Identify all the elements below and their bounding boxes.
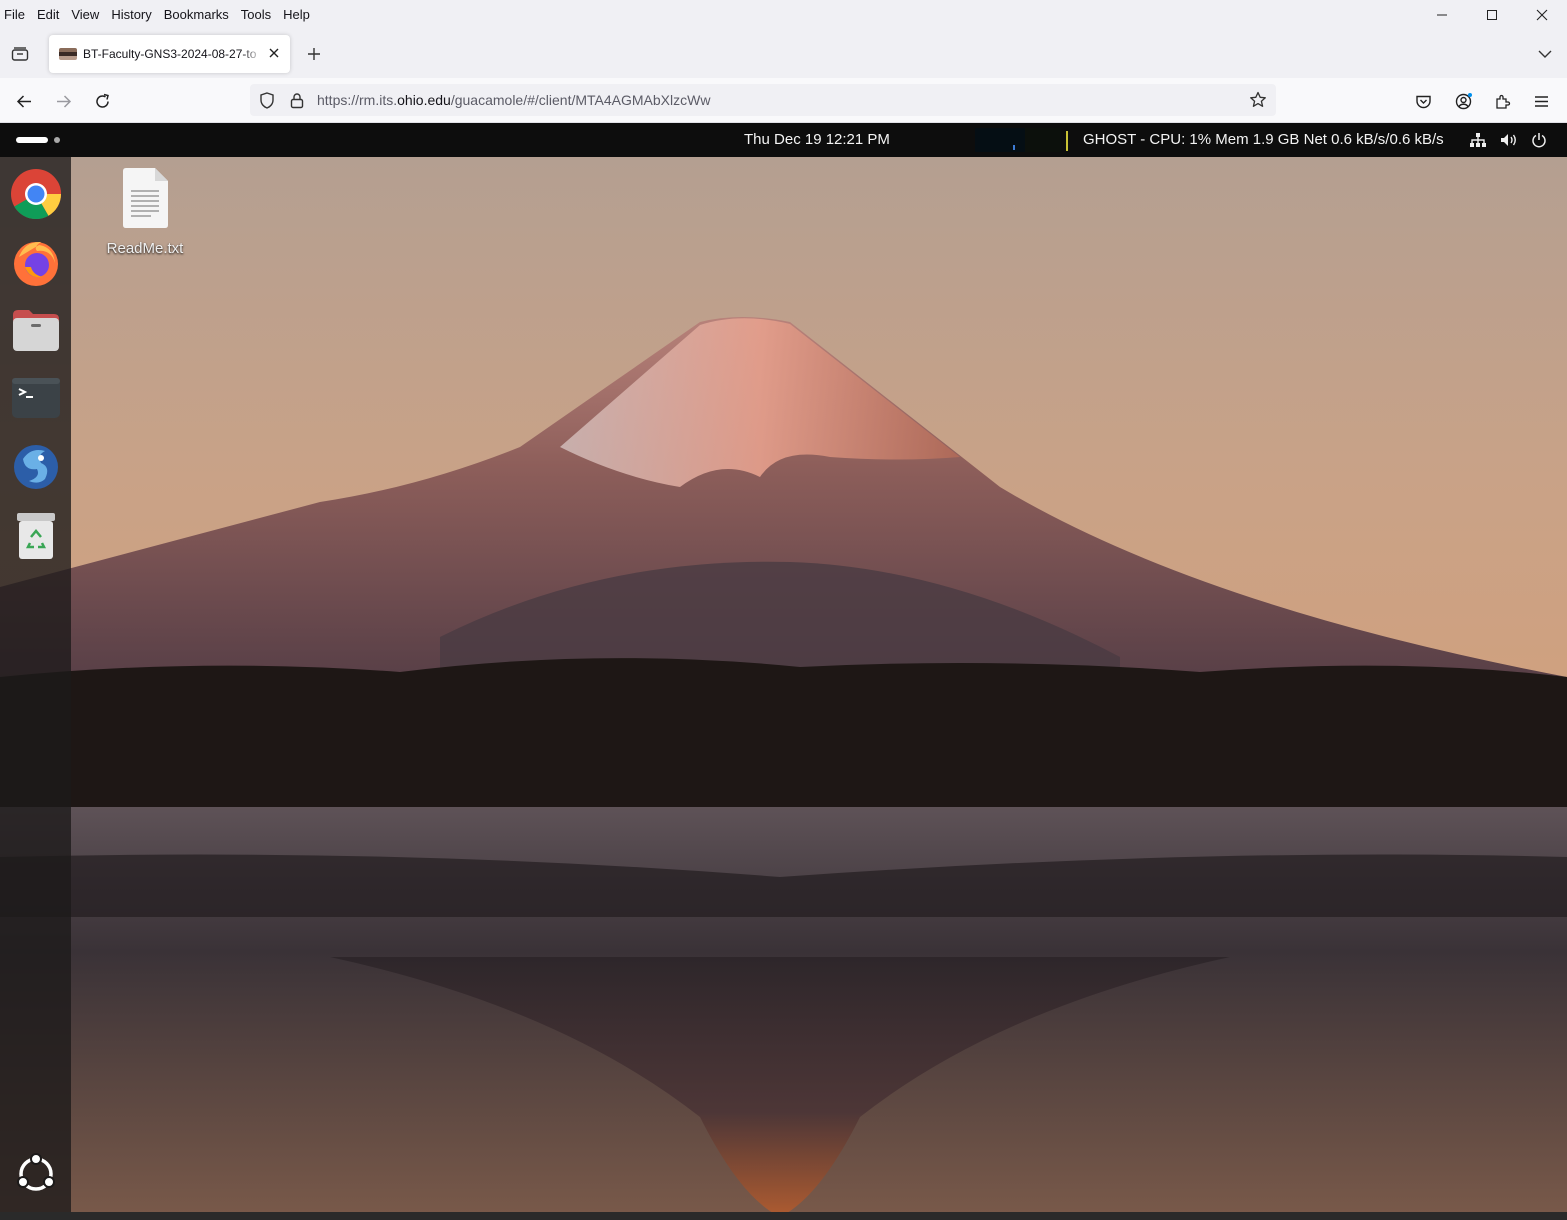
firefox-icon[interactable]	[9, 235, 63, 289]
minimize-button[interactable]	[1417, 0, 1467, 30]
memory-graph	[1025, 128, 1061, 152]
arrow-left-icon	[16, 94, 31, 108]
tracking-protection-shield-icon[interactable]	[258, 91, 276, 109]
tab-guacamole[interactable]: BT-Faculty-GNS3-2024-08-27-to	[49, 35, 290, 73]
power-icon[interactable]	[1530, 132, 1548, 148]
pocket-button[interactable]	[1408, 86, 1438, 116]
minimize-icon	[1437, 14, 1447, 16]
tab-favicon-icon	[59, 48, 77, 60]
menu-view[interactable]: View	[65, 4, 105, 26]
system-monitor-text[interactable]: GHOST - CPU: 1% Mem 1.9 GB Net 0.6 kB/s/…	[1083, 131, 1444, 148]
extensions-button[interactable]	[1487, 86, 1517, 116]
volume-icon[interactable]	[1500, 132, 1518, 148]
activities-indicator[interactable]	[16, 137, 60, 143]
workspace-dot	[54, 137, 60, 143]
terminal-icon[interactable]	[9, 371, 63, 425]
clock[interactable]: Thu Dec 19 12:21 PM	[744, 131, 890, 148]
reload-button[interactable]	[87, 86, 117, 116]
close-icon	[1536, 9, 1548, 21]
plus-icon	[308, 48, 320, 60]
close-icon	[269, 48, 279, 58]
hamburger-icon	[1534, 95, 1548, 107]
show-apps-icon[interactable]	[9, 1147, 63, 1201]
url-path: /guacamole/#/client/MTA4AGMAbXlzcWw	[450, 92, 711, 108]
url-host: ohio.edu	[397, 92, 451, 108]
menu-bookmarks[interactable]: Bookmarks	[158, 4, 235, 26]
forward-button[interactable]	[48, 86, 78, 116]
pocket-icon	[1415, 95, 1431, 108]
chevron-down-icon	[1538, 50, 1552, 58]
back-button[interactable]	[9, 86, 39, 116]
files-icon[interactable]	[9, 303, 63, 357]
maximize-icon	[1487, 10, 1497, 20]
list-all-tabs-button[interactable]	[1533, 42, 1557, 66]
close-tab-button[interactable]	[266, 45, 282, 61]
puzzle-icon	[1495, 94, 1510, 109]
navigation-toolbar: https://rm.its.ohio.edu/guacamole/#/clie…	[0, 78, 1567, 123]
firefox-view-button[interactable]	[4, 40, 36, 68]
wallpaper-mount-fuji	[0, 157, 1567, 1220]
url-bar[interactable]: https://rm.its.ohio.edu/guacamole/#/clie…	[250, 84, 1276, 116]
menu-help[interactable]: Help	[277, 4, 316, 26]
arrow-right-icon	[56, 94, 71, 108]
gns3-icon[interactable]	[9, 439, 63, 493]
close-window-button[interactable]	[1517, 0, 1567, 30]
url-prefix: https://rm.its.	[317, 92, 398, 108]
remote-desktop[interactable]: Thu Dec 19 12:21 PM GHOST - CPU: 1% Mem …	[0, 123, 1567, 1220]
cpu-spike	[1013, 145, 1015, 150]
new-tab-button[interactable]	[302, 42, 326, 66]
chrome-icon[interactable]	[9, 167, 63, 221]
menu-edit[interactable]: Edit	[31, 4, 65, 26]
desktop-file-readme[interactable]: ReadMe.txt	[99, 167, 191, 257]
text-file-icon	[123, 168, 168, 228]
bookmark-star-icon[interactable]	[1249, 91, 1267, 109]
network-icon[interactable]	[1469, 132, 1487, 148]
net-bar	[1066, 131, 1068, 151]
gnome-top-bar: Thu Dec 19 12:21 PM GHOST - CPU: 1% Mem …	[0, 123, 1567, 157]
workspace-active-pill	[16, 137, 48, 143]
url-text: https://rm.its.ohio.edu/guacamole/#/clie…	[317, 92, 710, 108]
system-monitor-graph[interactable]	[975, 128, 1068, 152]
remote-bottom-edge	[0, 1212, 1567, 1220]
menu-file[interactable]: File	[0, 4, 31, 26]
menu-bar: File Edit View History Bookmarks Tools H…	[0, 0, 1567, 30]
firefox-view-icon	[11, 47, 29, 61]
account-button[interactable]	[1448, 86, 1478, 116]
app-menu-button[interactable]	[1526, 86, 1556, 116]
menu-tools[interactable]: Tools	[235, 4, 277, 26]
desktop-file-label: ReadMe.txt	[106, 240, 184, 257]
account-icon	[1455, 92, 1472, 109]
tab-title: BT-Faculty-GNS3-2024-08-27-to	[83, 47, 257, 61]
trash-icon[interactable]	[9, 509, 63, 563]
menu-history[interactable]: History	[105, 4, 157, 26]
ubuntu-dock	[0, 157, 71, 1212]
tab-strip: BT-Faculty-GNS3-2024-08-27-to	[0, 30, 1567, 78]
reload-icon	[95, 93, 109, 108]
maximize-button[interactable]	[1467, 0, 1517, 30]
lock-icon[interactable]	[288, 91, 306, 109]
